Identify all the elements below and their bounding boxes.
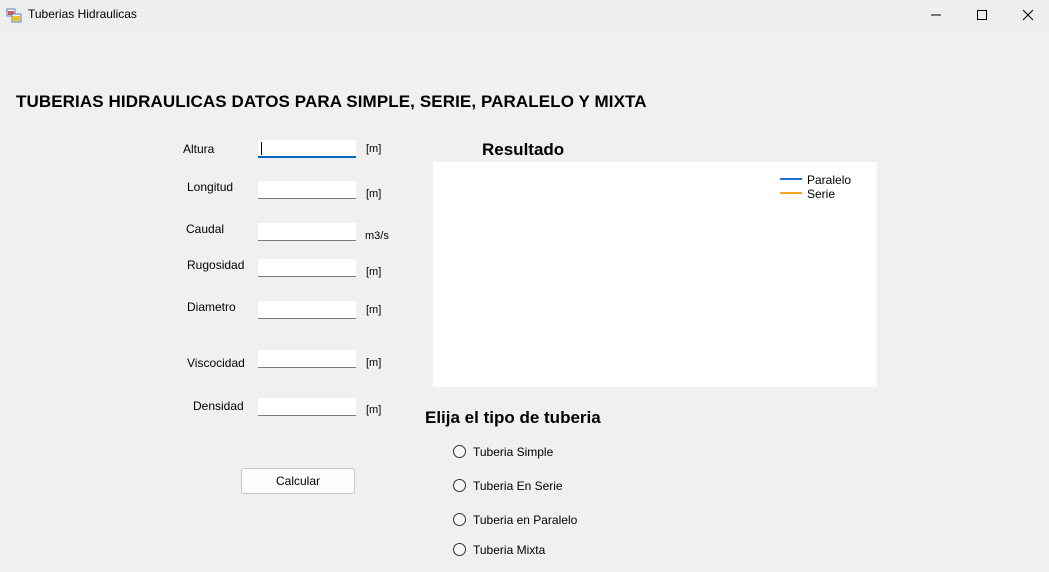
unit-caudal: m3/s	[365, 230, 389, 242]
radio-label-paralelo[interactable]: Tuberia en Paralelo	[473, 513, 577, 527]
unit-diametro: [m]	[366, 304, 382, 316]
maximize-button[interactable]	[959, 0, 1005, 30]
legend-label-paralelo: Paralelo	[807, 173, 852, 187]
label-caudal: Caudal	[186, 222, 225, 236]
legend-line-paralelo	[780, 178, 802, 180]
radio-tuberia-paralelo[interactable]	[453, 513, 466, 526]
calcular-button[interactable]: Calcular	[241, 468, 355, 494]
radio-label-mixta[interactable]: Tuberia Mixta	[473, 543, 545, 557]
legend-label-serie: Serie	[807, 187, 836, 201]
rugosidad-input[interactable]	[258, 259, 356, 277]
unit-longitud: [m]	[366, 188, 382, 200]
label-longitud: Longitud	[187, 180, 234, 194]
pipe-type-title: Elija el tipo de tuberia	[425, 408, 601, 427]
viscocidad-input[interactable]	[258, 350, 356, 368]
altura-input[interactable]	[258, 140, 356, 158]
label-altura: Altura	[183, 142, 215, 156]
result-chart: Paralelo Serie	[433, 162, 877, 387]
minimize-icon	[931, 14, 941, 16]
close-button[interactable]	[1005, 0, 1049, 30]
radio-label-serie[interactable]: Tuberia En Serie	[473, 479, 563, 493]
close-icon	[1022, 9, 1034, 21]
text-caret	[261, 142, 262, 155]
maximize-icon	[977, 10, 987, 20]
caudal-input[interactable]	[258, 223, 356, 241]
diametro-input[interactable]	[258, 301, 356, 319]
radio-tuberia-mixta[interactable]	[453, 543, 466, 556]
unit-altura: [m]	[366, 143, 382, 155]
minimize-button[interactable]	[913, 0, 959, 30]
main-title: TUBERIAS HIDRAULICAS DATOS PARA SIMPLE, …	[16, 92, 647, 111]
label-rugosidad: Rugosidad	[187, 258, 245, 272]
radio-label-simple[interactable]: Tuberia Simple	[473, 445, 553, 459]
radio-tuberia-serie[interactable]	[453, 479, 466, 492]
window-title: Tuberias Hidraulicas	[28, 7, 137, 21]
label-viscocidad: Viscocidad	[187, 356, 245, 370]
result-title: Resultado	[482, 140, 565, 159]
unit-densidad: [m]	[366, 404, 382, 416]
unit-viscocidad: [m]	[366, 357, 382, 369]
densidad-input[interactable]	[258, 398, 356, 416]
title-bar: Tuberias Hidraulicas	[0, 0, 1049, 30]
unit-rugosidad: [m]	[366, 266, 382, 278]
radio-tuberia-simple[interactable]	[453, 445, 466, 458]
longitud-input[interactable]	[258, 181, 356, 199]
legend-line-serie	[780, 192, 802, 194]
label-diametro: Diametro	[187, 300, 236, 314]
app-icon	[6, 8, 22, 23]
label-densidad: Densidad	[193, 399, 244, 413]
